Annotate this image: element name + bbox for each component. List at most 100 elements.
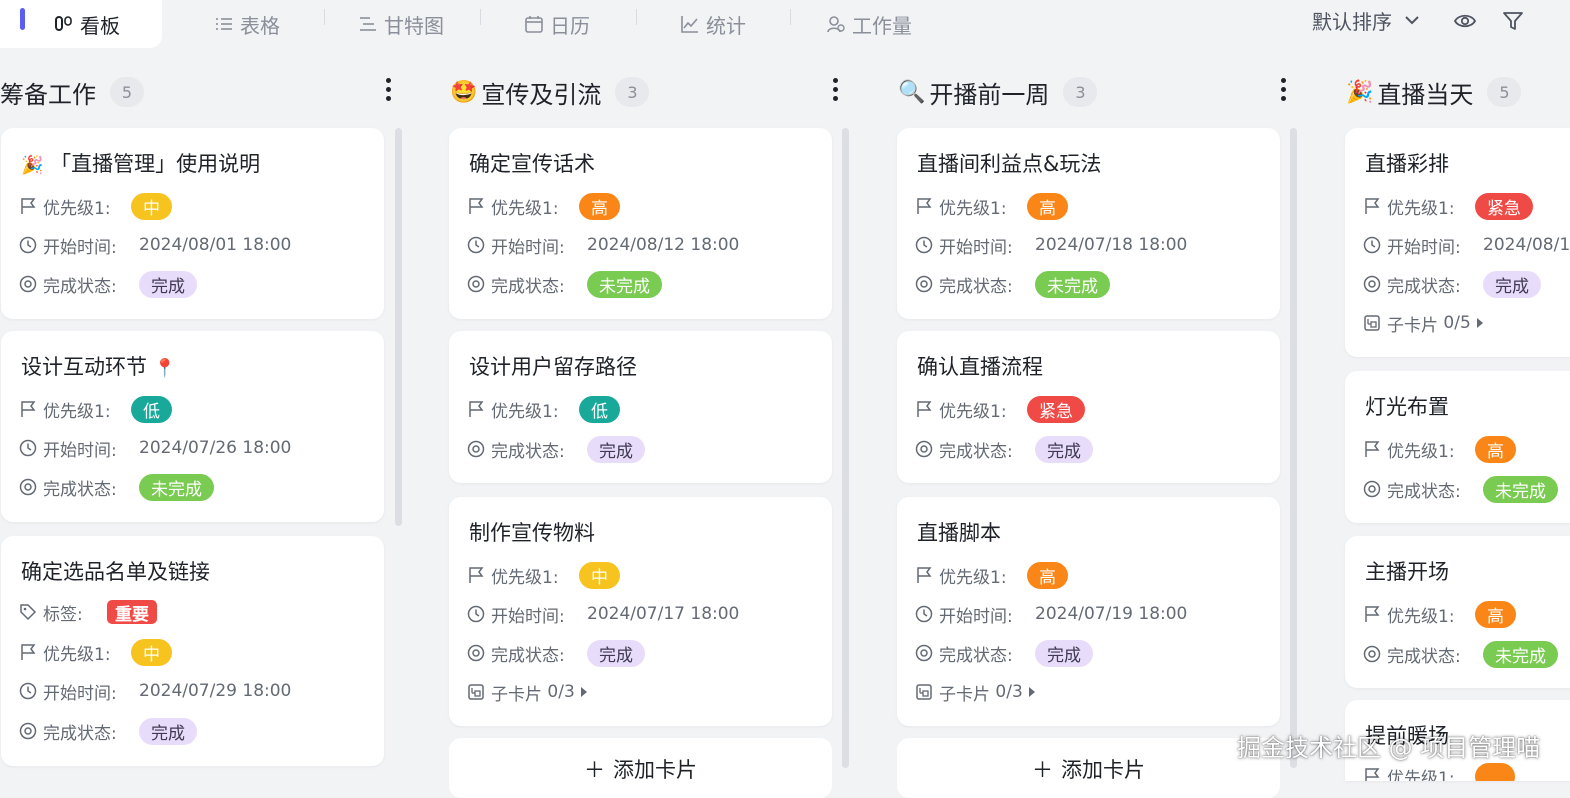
status-badge[interactable]: 未完成 [1483, 475, 1558, 503]
tab-label: 看板 [80, 13, 120, 38]
start-time-row: 开始时间: 2024/08/01 18:00 [19, 231, 291, 259]
card-title: 确认直播流程 [917, 355, 1043, 379]
priority-row: 优先级1: 高 [1363, 435, 1516, 463]
sort-dropdown[interactable]: 默认排序 [1312, 0, 1420, 40]
clock-icon [467, 605, 485, 623]
priority-badge[interactable]: 紧急 [1027, 395, 1085, 423]
chart-icon [681, 16, 698, 33]
start-time-value: 2024/07/18 18:00 [1035, 235, 1188, 255]
priority-badge[interactable]: 高 [1027, 192, 1068, 220]
status-badge[interactable]: 完成 [1035, 435, 1093, 463]
start-time-row: 开始时间: 2024/07/17 18:00 [467, 600, 739, 628]
status-badge[interactable]: 完成 [1035, 639, 1093, 667]
status-badge[interactable]: 完成 [587, 639, 645, 667]
task-card[interactable]: 确定宣传话术 优先级1: 高 开始时间: 2024/08/12 18:00 完成… [449, 128, 832, 319]
task-card[interactable]: 直播脚本 优先级1: 高 开始时间: 2024/07/19 18:00 完成状态… [897, 497, 1280, 726]
add-card-button[interactable]: ＋ 添加卡片 [897, 738, 1280, 798]
tag-row: 标签: 重要 [19, 598, 157, 626]
calendar-icon [525, 16, 543, 33]
subcard-row[interactable]: 子卡片 0/3 [467, 678, 587, 706]
priority-badge[interactable]: 高 [1475, 600, 1516, 628]
status-badge[interactable]: 未完成 [139, 473, 214, 501]
magnifier-icon: 🔍 [898, 79, 926, 105]
tab-label: 工作量 [852, 13, 912, 38]
status-row: 完成状态: 完成 [915, 639, 1093, 667]
tab-divider [636, 9, 637, 25]
start-time-row: 开始时间: 2024/07/26 18:00 [19, 434, 291, 462]
start-time-row: 开始时间: 2024/08/12 18:00 [467, 231, 739, 259]
tab-table[interactable]: 表格 [214, 0, 280, 48]
priority-badge[interactable] [1475, 762, 1515, 781]
plus-icon: ＋ [1032, 758, 1053, 782]
status-badge[interactable]: 未完成 [587, 270, 662, 298]
task-card[interactable]: 主播开场 优先级1: 高 完成状态: 未完成 [1345, 536, 1570, 688]
status-badge[interactable]: 未完成 [1035, 270, 1110, 298]
task-card[interactable]: 灯光布置 优先级1: 高 完成状态: 未完成 [1345, 371, 1570, 523]
priority-badge[interactable]: 中 [131, 192, 172, 220]
priority-badge[interactable]: 高 [579, 192, 620, 220]
status-badge[interactable]: 完成 [139, 270, 197, 298]
chevron-down-icon [1405, 16, 1419, 25]
priority-badge[interactable]: 低 [579, 395, 620, 423]
status-badge[interactable]: 完成 [139, 717, 197, 745]
tab-gantt[interactable]: 甘特图 [358, 0, 444, 48]
task-card[interactable]: 直播彩排 优先级1: 紧急 开始时间: 2024/08/12 完成状态: 完成 … [1345, 128, 1570, 357]
flag-icon [21, 644, 36, 660]
more-options-icon[interactable] [1281, 78, 1287, 106]
card-title: 确定宣传话术 [469, 152, 595, 176]
tab-label: 表格 [240, 13, 280, 38]
task-card[interactable]: 确认直播流程 优先级1: 紧急 完成状态: 完成 [897, 331, 1280, 483]
status-badge[interactable]: 完成 [587, 435, 645, 463]
column-scrollbar[interactable] [842, 128, 849, 768]
target-icon [467, 275, 485, 293]
priority-badge[interactable]: 低 [131, 395, 172, 423]
tab-divider [790, 9, 791, 25]
column-scrollbar[interactable] [395, 128, 402, 526]
target-icon [915, 644, 933, 662]
tag-badge[interactable]: 重要 [107, 600, 157, 625]
target-icon [1363, 645, 1381, 663]
task-card[interactable]: 🎉 「直播管理」使用说明 优先级1: 中 开始时间: 2024/08/01 18… [1, 128, 384, 319]
tab-kanban[interactable]: 看板 [0, 0, 162, 48]
more-options-icon[interactable] [386, 78, 392, 106]
task-card[interactable]: 确定选品名单及链接 标签: 重要 优先级1: 中 开始时间: 2024/07/2… [1, 536, 384, 766]
start-time-row: 开始时间: 2024/07/19 18:00 [915, 600, 1187, 628]
subcard-row[interactable]: 子卡片 0/5 [1363, 309, 1483, 337]
priority-row: 优先级1: 低 [19, 395, 172, 423]
priority-badge[interactable]: 紧急 [1475, 192, 1533, 220]
pushpin-icon: 📍 [153, 358, 177, 379]
filter-icon[interactable] [1502, 10, 1524, 32]
column-scrollbar[interactable] [1290, 128, 1297, 768]
column-title: 直播当天 [1377, 80, 1474, 109]
status-badge[interactable]: 未完成 [1483, 640, 1558, 668]
target-icon [915, 275, 933, 293]
tab-calendar[interactable]: 日历 [524, 0, 590, 48]
priority-badge[interactable]: 高 [1475, 435, 1516, 463]
task-card[interactable]: 直播间利益点&玩法 优先级1: 高 开始时间: 2024/07/18 18:00… [897, 128, 1280, 319]
clock-icon [467, 236, 485, 254]
task-card[interactable]: 制作宣传物料 优先级1: 中 开始时间: 2024/07/17 18:00 完成… [449, 497, 832, 726]
priority-badge[interactable]: 高 [1027, 561, 1068, 589]
task-card[interactable]: 设计用户留存路径 优先级1: 低 完成状态: 完成 [449, 331, 832, 483]
subcard-row[interactable]: 子卡片 0/3 [915, 678, 1035, 706]
target-icon [1363, 275, 1381, 293]
target-icon [1363, 480, 1381, 498]
party-popper-icon: 🎉 [21, 155, 44, 176]
column-header: 🎉 直播当天 5 [1346, 72, 1522, 112]
status-row: 完成状态: 未完成 [1363, 640, 1558, 668]
task-card[interactable]: 设计互动环节 📍 优先级1: 低 开始时间: 2024/07/26 18:00 … [1, 331, 384, 522]
tab-workload[interactable]: 工作量 [826, 0, 912, 48]
more-options-icon[interactable] [833, 78, 839, 106]
sort-label: 默认排序 [1312, 9, 1392, 34]
card-title: 主播开场 [1365, 560, 1449, 584]
column-header: 筹备工作 5 [0, 72, 144, 112]
eye-icon[interactable] [1454, 10, 1476, 32]
add-card-button[interactable]: ＋ 添加卡片 [449, 738, 832, 798]
priority-badge[interactable]: 中 [579, 561, 620, 589]
priority-badge[interactable]: 中 [131, 638, 172, 666]
status-badge[interactable]: 完成 [1483, 270, 1541, 298]
status-row: 完成状态: 完成 [467, 639, 645, 667]
workload-icon [827, 16, 845, 33]
start-time-row: 开始时间: 2024/07/29 18:00 [19, 677, 291, 705]
tab-stats[interactable]: 统计 [680, 0, 746, 48]
